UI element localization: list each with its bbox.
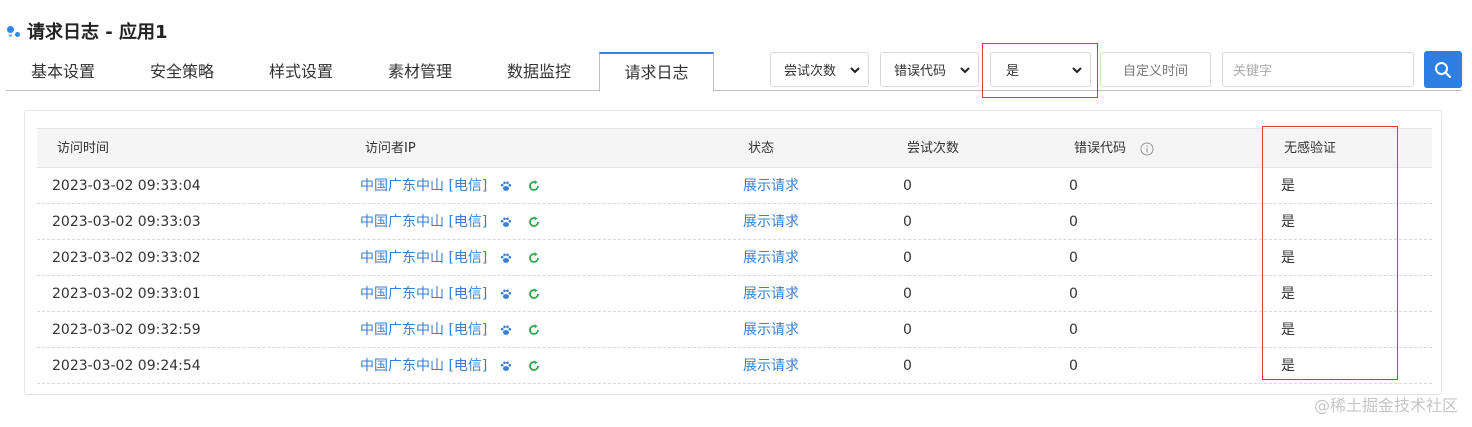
cell-status-link[interactable]: 展示请求 bbox=[743, 204, 799, 240]
col-header-ip: 访问者IP bbox=[365, 141, 416, 156]
table-row: 2023-03-02 09:33:01 中国广东中山 [电信] 展示请求 0 0 是 bbox=[37, 276, 1432, 312]
cell-attempts: 0 bbox=[903, 214, 912, 230]
refresh-icon[interactable] bbox=[527, 359, 541, 373]
chevron-down-icon bbox=[850, 66, 860, 73]
error-code-select-value: 错误代码 bbox=[894, 64, 947, 79]
paw-icon[interactable] bbox=[499, 287, 513, 301]
tab-basic-settings[interactable]: 基本设置 bbox=[6, 52, 120, 91]
paw-icon[interactable] bbox=[499, 359, 513, 373]
cell-time: 2023-03-02 09:33:01 bbox=[52, 286, 201, 302]
cell-error-code: 0 bbox=[1069, 322, 1078, 338]
cell-error-code: 0 bbox=[1069, 214, 1078, 230]
cell-status-link[interactable]: 展示请求 bbox=[743, 276, 799, 312]
cell-ip-link[interactable]: 中国广东中山 [电信] bbox=[360, 348, 487, 384]
keyword-input[interactable]: 关键字 bbox=[1222, 52, 1414, 87]
cell-time: 2023-03-02 09:33:02 bbox=[52, 250, 201, 266]
col-header-error-code: 错误代码 bbox=[1074, 141, 1127, 156]
refresh-icon[interactable] bbox=[527, 251, 541, 265]
table-row: 2023-03-02 09:33:04 中国广东中山 [电信] 展示请求 0 0 是 bbox=[37, 168, 1432, 204]
cell-time: 2023-03-02 09:33:03 bbox=[52, 214, 201, 230]
cell-time: 2023-03-02 09:24:54 bbox=[52, 358, 201, 374]
col-header-status: 状态 bbox=[748, 141, 775, 156]
cell-attempts: 0 bbox=[903, 250, 912, 266]
attempts-select-value: 尝试次数 bbox=[784, 64, 837, 79]
error-code-select[interactable]: 错误代码 bbox=[880, 52, 979, 87]
table-row: 2023-03-02 09:32:59 中国广东中山 [电信] 展示请求 0 0 是 bbox=[37, 312, 1432, 348]
cell-attempts: 0 bbox=[903, 322, 912, 338]
tab-assets[interactable]: 素材管理 bbox=[363, 52, 477, 91]
cell-attempts: 0 bbox=[903, 178, 912, 194]
cell-ip-link[interactable]: 中国广东中山 [电信] bbox=[360, 240, 487, 276]
app-logo-icon bbox=[6, 23, 22, 39]
refresh-icon[interactable] bbox=[527, 215, 541, 229]
cell-status-link[interactable]: 展示请求 bbox=[743, 348, 799, 384]
cell-status-link[interactable]: 展示请求 bbox=[743, 312, 799, 348]
cell-attempts: 0 bbox=[903, 286, 912, 302]
info-icon[interactable] bbox=[1140, 142, 1154, 156]
table-row: 2023-03-02 09:33:02 中国广东中山 [电信] 展示请求 0 0 是 bbox=[37, 240, 1432, 276]
search-icon bbox=[1435, 61, 1452, 78]
refresh-icon[interactable] bbox=[527, 179, 541, 193]
cell-time: 2023-03-02 09:33:04 bbox=[52, 178, 201, 194]
cell-attempts: 0 bbox=[903, 358, 912, 374]
cell-time: 2023-03-02 09:32:59 bbox=[52, 322, 201, 338]
log-table-panel: 访问时间 访问者IP 状态 尝试次数 错误代码 无感验证 2023-03-02 … bbox=[24, 110, 1442, 395]
cell-ip-link[interactable]: 中国广东中山 [电信] bbox=[360, 168, 487, 204]
tab-style-settings[interactable]: 样式设置 bbox=[244, 52, 358, 91]
tab-security-policy[interactable]: 安全策略 bbox=[125, 52, 239, 91]
custom-time-button[interactable]: 自定义时间 bbox=[1100, 52, 1211, 87]
paw-icon[interactable] bbox=[499, 251, 513, 265]
tab-request-log[interactable]: 请求日志 bbox=[599, 52, 714, 92]
watermark: @稀土掘金技术社区 bbox=[1313, 396, 1458, 415]
search-button[interactable] bbox=[1424, 51, 1462, 88]
cell-ip-link[interactable]: 中国广东中山 [电信] bbox=[360, 276, 487, 312]
page-title: 请求日志 - 应用1 bbox=[27, 22, 168, 43]
cell-error-code: 0 bbox=[1069, 286, 1078, 302]
attempts-select[interactable]: 尝试次数 bbox=[770, 52, 869, 87]
cell-error-code: 0 bbox=[1069, 178, 1078, 194]
table-row: 2023-03-02 09:33:03 中国广东中山 [电信] 展示请求 0 0 是 bbox=[37, 204, 1432, 240]
chevron-down-icon bbox=[960, 66, 970, 73]
paw-icon[interactable] bbox=[499, 323, 513, 337]
table-row: 2023-03-02 09:24:54 中国广东中山 [电信] 展示请求 0 0 是 bbox=[37, 348, 1432, 384]
cell-error-code: 0 bbox=[1069, 358, 1078, 374]
cell-status-link[interactable]: 展示请求 bbox=[743, 240, 799, 276]
page-header: 请求日志 - 应用1 bbox=[6, 18, 168, 44]
cell-ip-link[interactable]: 中国广东中山 [电信] bbox=[360, 312, 487, 348]
paw-icon[interactable] bbox=[499, 215, 513, 229]
refresh-icon[interactable] bbox=[527, 323, 541, 337]
cell-ip-link[interactable]: 中国广东中山 [电信] bbox=[360, 204, 487, 240]
cell-error-code: 0 bbox=[1069, 250, 1078, 266]
highlight-box bbox=[982, 43, 1098, 98]
table-header: 访问时间 访问者IP 状态 尝试次数 错误代码 无感验证 bbox=[37, 128, 1432, 168]
col-header-time: 访问时间 bbox=[57, 141, 110, 156]
col-header-attempts: 尝试次数 bbox=[907, 141, 960, 156]
refresh-icon[interactable] bbox=[527, 287, 541, 301]
paw-icon[interactable] bbox=[499, 179, 513, 193]
tab-data-monitor[interactable]: 数据监控 bbox=[482, 52, 596, 91]
highlight-box bbox=[1262, 126, 1398, 380]
cell-status-link[interactable]: 展示请求 bbox=[743, 168, 799, 204]
